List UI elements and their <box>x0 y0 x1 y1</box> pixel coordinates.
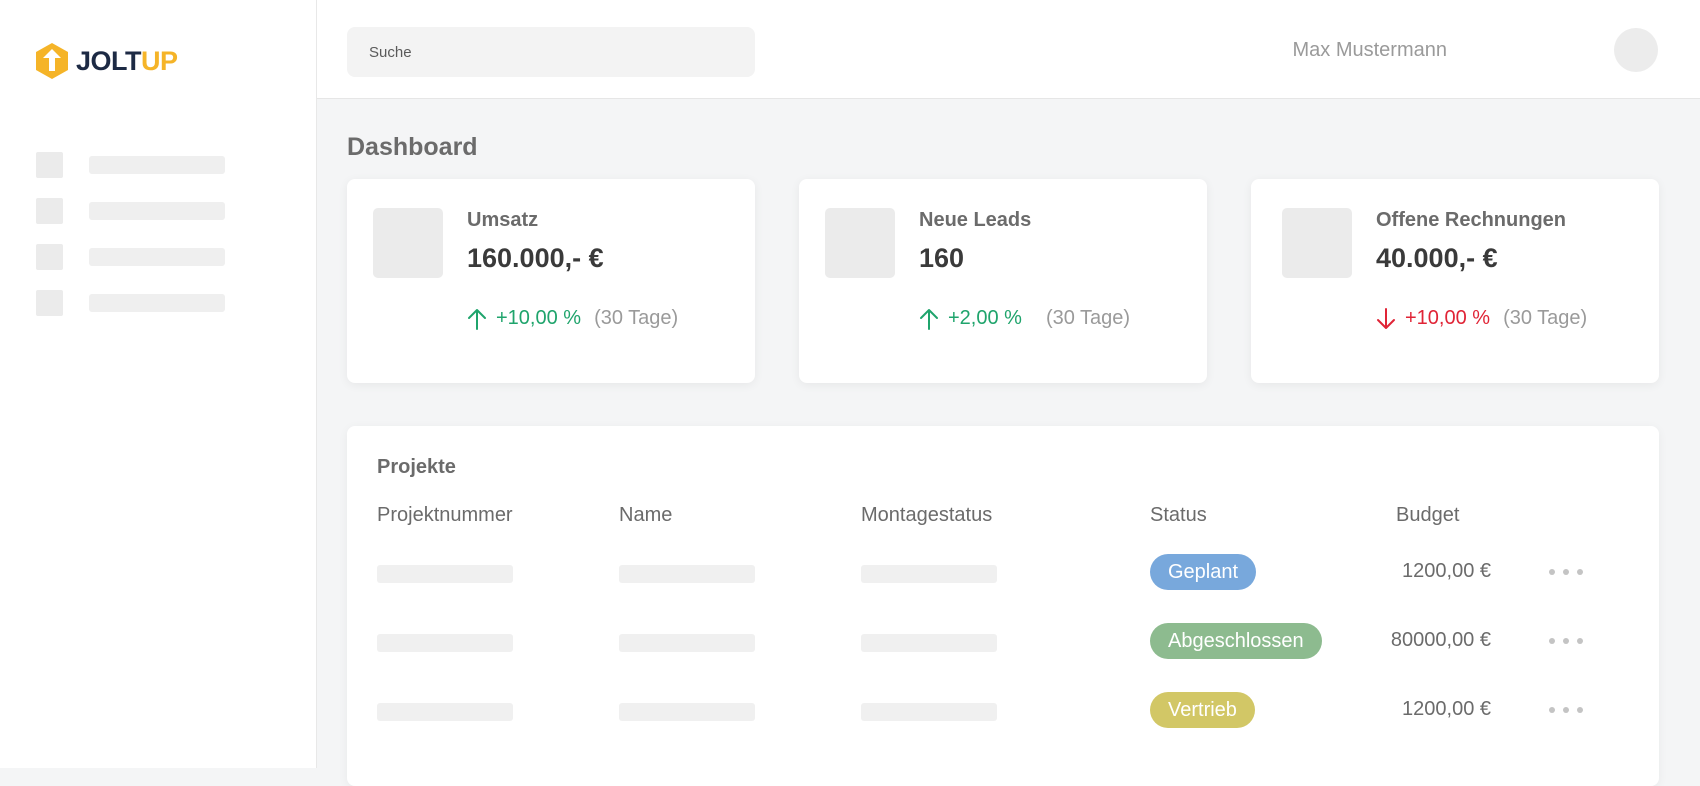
cell-placeholder <box>377 703 513 721</box>
sidebar-item-label-placeholder <box>89 156 225 174</box>
budget-value: 1200,00 € <box>1402 698 1491 720</box>
sidebar-item[interactable] <box>36 290 225 316</box>
cell-placeholder <box>619 703 755 721</box>
kpi-value: 160.000,- € <box>467 243 604 273</box>
sidebar-item[interactable] <box>36 152 225 178</box>
more-options-icon[interactable] <box>1549 564 1583 580</box>
joltup-logo-icon <box>34 42 70 80</box>
kpi-period: (30 Tage) <box>1045 307 1131 329</box>
cell-placeholder <box>861 565 997 583</box>
arrow-up-icon <box>467 308 487 330</box>
column-header-budget[interactable]: Budget <box>1396 504 1459 527</box>
column-header-montagestatus[interactable]: Montagestatus <box>861 504 992 527</box>
joltup-logo[interactable]: JOLTUP <box>34 42 178 80</box>
cell-placeholder <box>619 634 755 652</box>
column-header-status[interactable]: Status <box>1150 504 1207 527</box>
placeholder-icon <box>36 152 63 178</box>
more-options-icon[interactable] <box>1549 702 1583 718</box>
kpi-period: (30 Tage) <box>594 307 679 329</box>
arrow-down-icon <box>1376 307 1396 330</box>
sidebar-item-label-placeholder <box>89 248 225 266</box>
projects-panel: Projekte Projektnummer Name Montagestatu… <box>347 426 1659 786</box>
arrow-up-icon <box>919 308 939 330</box>
table-row[interactable]: Vertrieb 1200,00 € <box>347 690 1659 730</box>
placeholder-icon <box>36 198 63 224</box>
cell-placeholder <box>861 634 997 652</box>
placeholder-icon <box>825 208 895 278</box>
kpi-change: +2,00 % <box>948 307 1022 329</box>
projects-title: Projekte <box>377 456 456 478</box>
kpi-label: Umsatz <box>467 209 539 231</box>
logo-text-jolt: JOLT <box>76 45 142 76</box>
more-options-icon[interactable] <box>1549 633 1583 649</box>
cell-placeholder <box>619 565 755 583</box>
kpi-card-offene-rechnungen: Offene Rechnungen 40.000,- € +10,00 % (3… <box>1251 179 1659 383</box>
sidebar-item[interactable] <box>36 244 225 270</box>
status-badge: Geplant <box>1150 554 1257 590</box>
kpi-label: Offene Rechnungen <box>1376 209 1567 231</box>
cell-placeholder <box>377 565 513 583</box>
logo-text: JOLTUP <box>76 45 178 76</box>
sidebar-item-label-placeholder <box>89 202 225 220</box>
avatar[interactable] <box>1614 28 1658 72</box>
kpi-card-neue-leads: Neue Leads 160 +2,00 % (30 Tage) <box>799 179 1207 383</box>
table-row[interactable]: Abgeschlossen 80000,00 € <box>347 621 1659 661</box>
kpi-value: 160 <box>919 243 965 273</box>
placeholder-icon <box>36 244 63 270</box>
kpi-card-umsatz: Umsatz 160.000,- € +10,00 % (30 Tage) <box>347 179 755 383</box>
sidebar: JOLTUP <box>0 0 317 768</box>
sidebar-item[interactable] <box>36 198 225 224</box>
kpi-period: (30 Tage) <box>1503 307 1588 329</box>
column-header-projektnummer[interactable]: Projektnummer <box>377 504 513 527</box>
table-row[interactable]: Geplant 1200,00 € <box>347 552 1659 592</box>
kpi-trend: +10,00 % (30 Tage) <box>1376 307 1587 330</box>
placeholder-icon <box>373 208 443 278</box>
kpi-change: +10,00 % <box>496 307 582 329</box>
kpi-value: 40.000,- € <box>1376 243 1498 273</box>
search-input[interactable] <box>347 27 755 77</box>
cell-placeholder <box>861 703 997 721</box>
sidebar-item-label-placeholder <box>89 294 225 312</box>
column-header-name[interactable]: Name <box>619 504 672 527</box>
page-title: Dashboard <box>347 133 478 161</box>
kpi-trend: +10,00 % (30 Tage) <box>467 307 678 330</box>
status-badge: Vertrieb <box>1150 692 1255 728</box>
kpi-trend: +2,00 % (30 Tage) <box>919 307 1130 330</box>
placeholder-icon <box>1282 208 1352 278</box>
placeholder-icon <box>36 290 63 316</box>
budget-value: 80000,00 € <box>1390 629 1491 651</box>
top-header: Max Mustermann <box>317 0 1700 99</box>
user-name[interactable]: Max Mustermann <box>1293 39 1448 62</box>
status-badge: Abgeschlossen <box>1150 623 1322 659</box>
sidebar-nav <box>36 152 225 336</box>
cell-placeholder <box>377 634 513 652</box>
kpi-change: +10,00 % <box>1405 307 1491 329</box>
logo-text-up: UP <box>141 45 178 76</box>
kpi-label: Neue Leads <box>919 209 1032 231</box>
budget-value: 1200,00 € <box>1402 560 1491 582</box>
